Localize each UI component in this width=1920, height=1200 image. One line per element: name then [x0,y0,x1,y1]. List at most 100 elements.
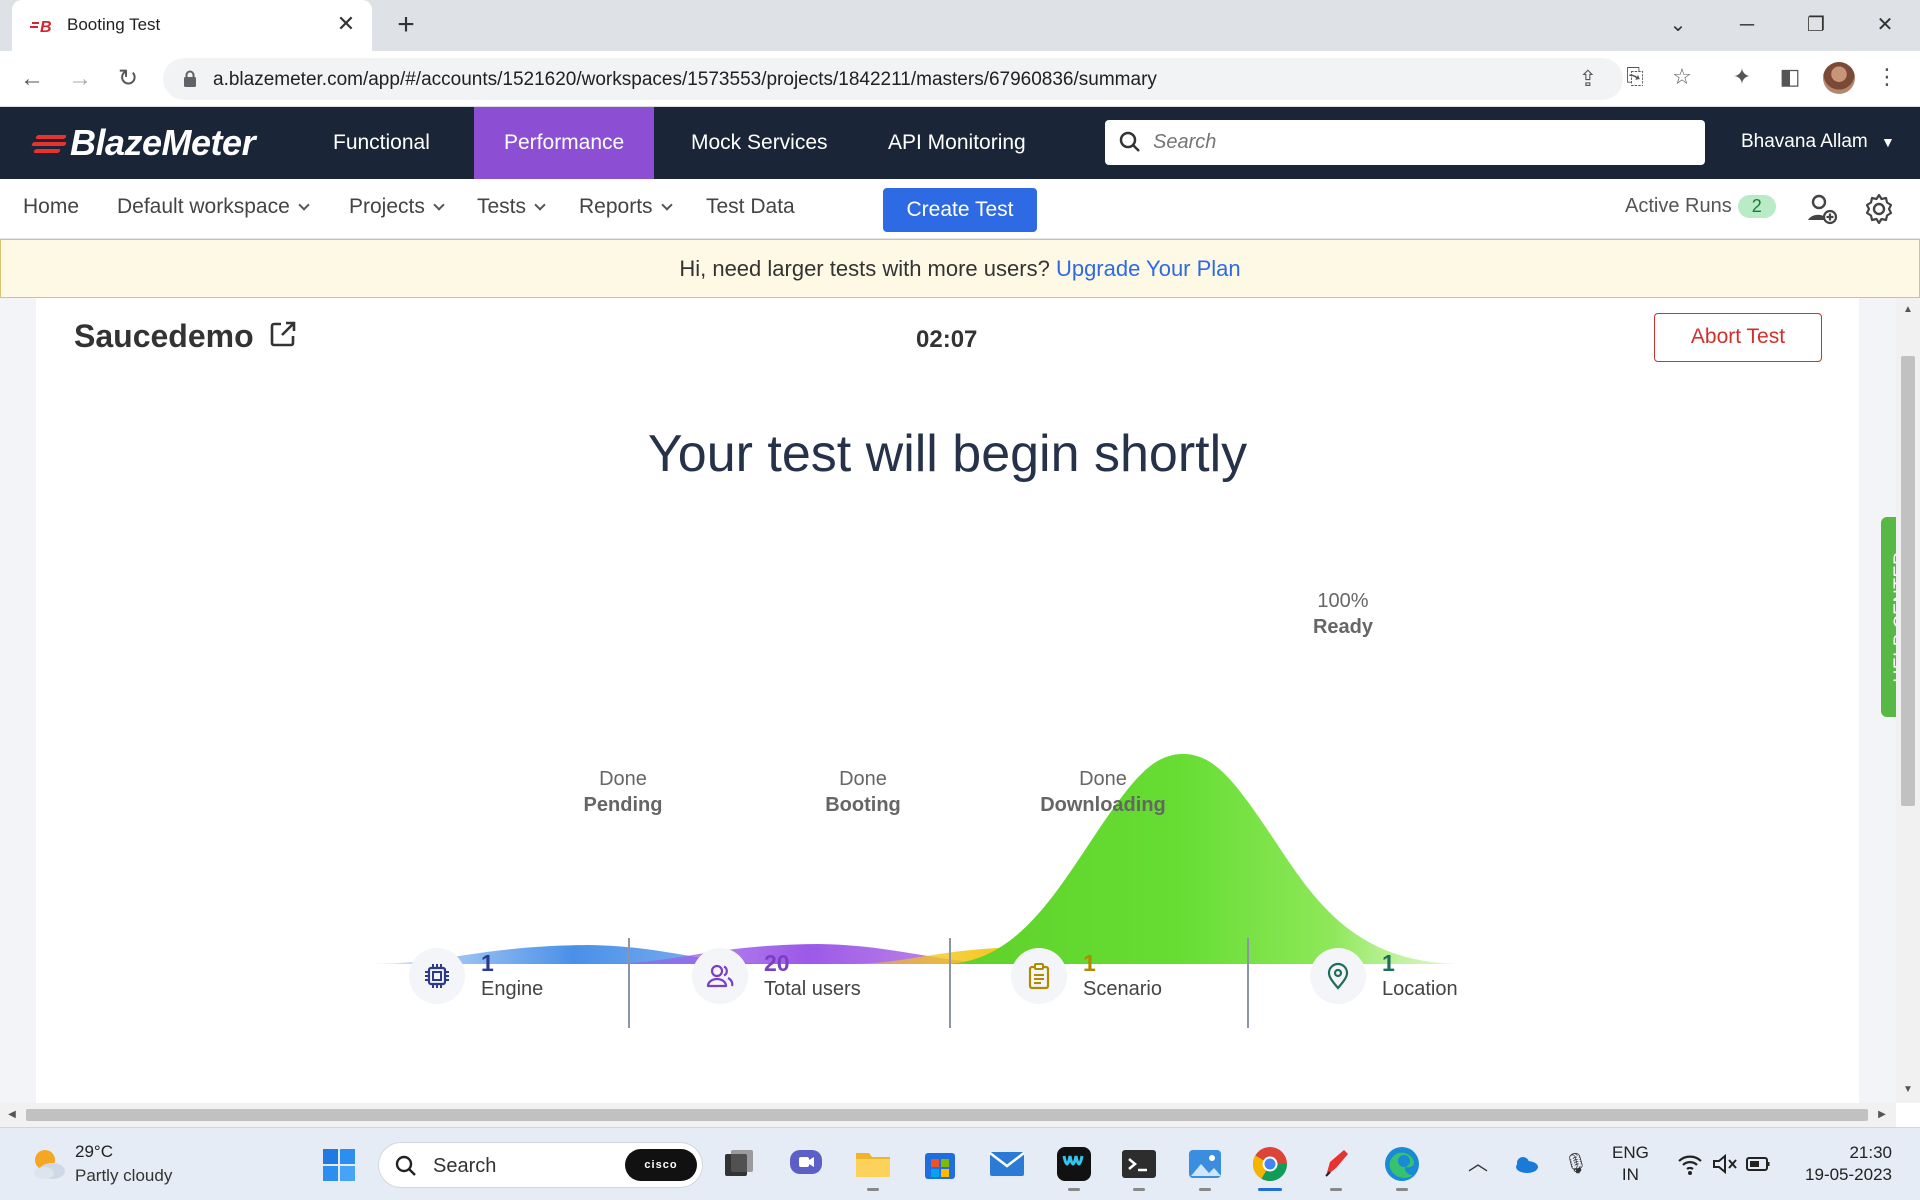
chevron-down-icon [534,199,546,211]
bookmark-star-icon[interactable]: ☆ [1667,62,1697,92]
subnav-projects-dropdown[interactable]: Projects [349,195,445,219]
topnav-performance[interactable]: Performance [474,107,655,179]
pen-app-icon[interactable] [1316,1144,1356,1191]
topnav-api-monitoring[interactable]: API Monitoring [858,107,1056,179]
new-tab-icon[interactable]: + [390,10,422,42]
chevron-down-icon [433,199,445,211]
window-close-icon[interactable]: ✕ [1865,8,1905,42]
caret-down-icon: ▼ [1881,134,1895,150]
blazemeter-logo[interactable]: BlazeMeter [30,122,256,163]
upgrade-plan-link[interactable]: Upgrade Your Plan [1056,256,1241,281]
terminal-icon[interactable] [1119,1144,1159,1191]
horizontal-scroll-thumb[interactable] [26,1109,1868,1121]
location-pin-icon [1327,962,1349,990]
taskbar-search[interactable]: Search cisco [378,1142,703,1188]
stage-ready: 100% Ready [1243,588,1443,640]
restore-icon[interactable]: ❐ [1796,8,1836,42]
speaker-muted-icon[interactable] [1710,1150,1738,1178]
share-icon[interactable]: ⇪ [1575,66,1601,92]
minimize-icon[interactable]: ─ [1727,8,1767,42]
user-menu[interactable]: Bhavana Allam ▼ [1741,131,1895,153]
profile-avatar[interactable] [1823,62,1855,94]
abort-test-button[interactable]: Abort Test [1654,313,1822,362]
topnav-functional[interactable]: Functional [303,107,460,179]
chrome-menu-icon[interactable]: ⋮ [1872,62,1902,92]
svg-text:B: B [40,19,52,35]
side-panel-icon[interactable]: ◧ [1775,62,1805,92]
tab-close-icon[interactable]: ✕ [334,12,358,36]
scroll-right-icon[interactable]: ▶ [1876,1109,1888,1121]
weather-temperature[interactable]: 29°C [75,1142,113,1162]
task-view-icon[interactable] [719,1144,759,1184]
stat-label: Scenario [1083,978,1162,1000]
tab-search-chevron-icon[interactable]: ⌄ [1658,8,1698,42]
teams-meet-icon[interactable] [786,1144,826,1184]
scroll-down-icon[interactable]: ▼ [1902,1084,1914,1096]
create-test-button[interactable]: Create Test [883,188,1037,232]
boot-status-headline: Your test will begin shortly [647,425,1248,483]
share-page-icon[interactable]: ⎘ [1620,62,1650,92]
stage-status: Done [1079,768,1127,790]
subnav-test-data[interactable]: Test Data [706,195,795,219]
back-icon[interactable]: ← [16,63,48,95]
edge-icon[interactable] [1382,1144,1422,1191]
secondary-nav: Home Default workspace Projects Tests Re… [0,179,1920,239]
webex-icon[interactable] [1054,1144,1094,1191]
scroll-left-icon[interactable]: ◀ [6,1109,18,1121]
vertical-scroll-thumb[interactable] [1901,356,1915,806]
microphone-icon[interactable]: 🎙 [1562,1150,1590,1178]
stage-status: 100% [1317,590,1369,612]
upgrade-banner-text: Hi, need larger tests with more users? [679,256,1050,281]
chip-icon [425,964,449,988]
stage-status: Done [599,768,647,790]
chevron-down-icon [660,199,673,211]
partly-cloudy-icon[interactable] [30,1146,68,1182]
stat-value: 1 [1083,950,1096,976]
microsoft-store-icon[interactable] [920,1144,960,1184]
extensions-puzzle-icon[interactable]: ✦ [1727,62,1757,92]
global-search[interactable] [1105,120,1705,165]
photos-icon[interactable] [1185,1144,1225,1191]
external-link-icon[interactable] [269,320,297,348]
add-user-icon[interactable] [1805,192,1839,226]
wifi-icon[interactable] [1676,1150,1704,1178]
file-explorer-icon[interactable] [853,1144,893,1191]
chrome-icon[interactable] [1250,1144,1290,1191]
omnibox[interactable]: a.blazemeter.com/app/#/accounts/1521620/… [163,58,1623,100]
clipboard-icon [1028,963,1050,990]
subnav-home[interactable]: Home [23,195,79,219]
stage-name: Pending [583,794,663,816]
search-input[interactable] [1153,128,1683,157]
browser-tab[interactable]: B Booting Test ✕ [12,0,372,51]
horizontal-scrollbar[interactable]: ◀ ▶ [0,1103,1896,1127]
onedrive-cloud-icon[interactable] [1512,1150,1540,1178]
subnav-tests-dropdown[interactable]: Tests [477,195,546,219]
vertical-scrollbar[interactable]: ▲ ▼ [1896,298,1920,1103]
scroll-up-icon[interactable]: ▲ [1902,304,1914,316]
stage-name: Downloading [1040,794,1166,816]
test-stats: 1 Engine 20 Total users 1 Scenario 1 Loc… [36,928,1859,1028]
url-text[interactable]: a.blazemeter.com/app/#/accounts/1521620/… [213,69,1157,91]
forward-icon[interactable]: → [64,63,96,95]
windows-start-icon[interactable] [322,1148,356,1182]
topnav-mock-services[interactable]: Mock Services [661,107,858,179]
system-clock[interactable]: 21:30 19-05-2023 [1792,1142,1892,1186]
mail-icon[interactable] [987,1144,1027,1184]
weather-description[interactable]: Partly cloudy [75,1166,172,1186]
subnav-reports-dropdown[interactable]: Reports [579,195,673,219]
reload-icon[interactable]: ↻ [112,63,144,95]
lock-icon [184,70,196,87]
users-icon [706,964,734,988]
search-icon [1119,131,1140,152]
stage-pending: Done Pending [523,766,723,818]
active-runs[interactable]: Active Runs 2 [1625,195,1776,218]
subnav-workspace-dropdown[interactable]: Default workspace [117,195,310,219]
tray-overflow-chevron-icon[interactable]: ︿ [1464,1150,1492,1178]
battery-icon[interactable] [1744,1150,1772,1178]
elapsed-timer: 02:07 [916,326,978,353]
search-icon [395,1155,416,1176]
stage-downloading: Done Downloading [1003,766,1203,818]
settings-gear-icon[interactable] [1862,192,1896,226]
test-name[interactable]: Saucedemo [74,318,297,355]
input-language[interactable]: ENG IN [1612,1142,1649,1186]
